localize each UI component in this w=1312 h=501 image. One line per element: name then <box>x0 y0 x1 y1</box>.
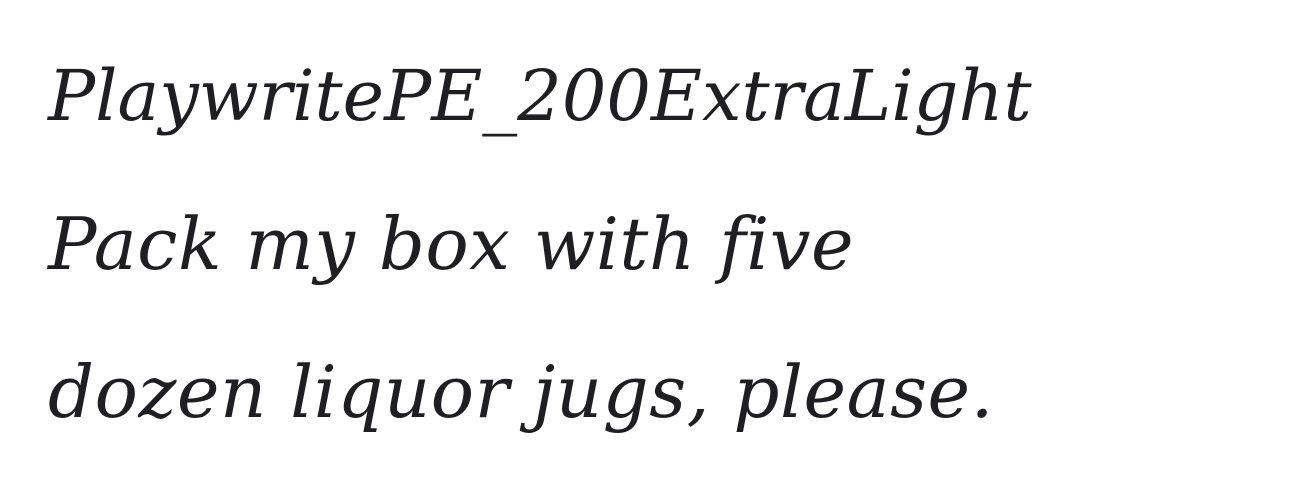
pangram-line-1: Pack my box with five <box>48 202 855 286</box>
font-specimen: PlaywritePE_200ExtraLight Pack my box wi… <box>0 0 1312 501</box>
pangram-line-2: dozen liquor jugs, please. <box>48 350 995 434</box>
font-name-title: PlaywritePE_200ExtraLight <box>48 55 1032 137</box>
